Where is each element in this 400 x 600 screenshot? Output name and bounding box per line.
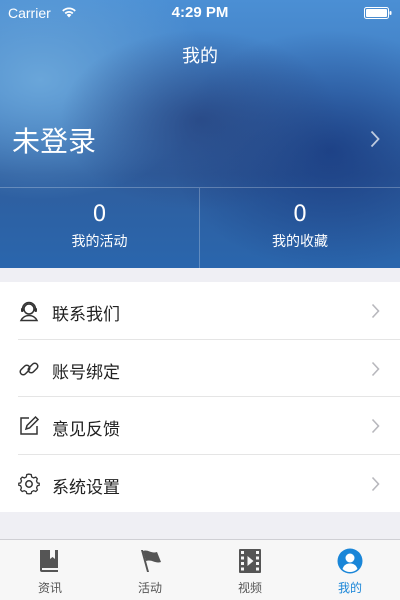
stat-my-favorites[interactable]: 0 我的收藏 [200,188,400,269]
menu-item-label: 系统设置 [52,477,120,498]
stat-count: 0 [293,202,307,227]
tab-videos[interactable]: 视频 [200,540,300,600]
profile-header: Carrier 4:29 PM 我的 未登录 0 我的活动 0 我的收藏 [0,0,400,269]
gear-icon [18,472,40,495]
menu-item-contact-us[interactable]: 联系我们 [0,282,400,340]
user-icon [337,548,363,574]
edit-icon [20,415,40,435]
login-status-text: 未登录 [12,125,97,158]
chevron-right-icon [371,361,380,376]
tab-label: 我的 [337,581,362,595]
chevron-right-icon [370,130,380,148]
tab-news[interactable]: 资讯 [0,540,100,600]
stats-row: 0 我的活动 0 我的收藏 [0,187,400,269]
stat-my-activities[interactable]: 0 我的活动 [0,188,200,269]
link-icon [19,361,39,376]
contact-icon [19,301,39,322]
menu-item-label: 联系我们 [52,305,120,325]
chevron-right-icon [371,476,380,491]
page-title: 我的 [182,46,218,67]
login-row[interactable]: 未登录 [0,110,400,170]
book-icon [40,550,58,572]
stat-label: 我的收藏 [272,234,328,250]
battery-icon [364,7,392,19]
film-icon [239,549,261,573]
stat-label: 我的活动 [71,234,128,250]
tab-label: 视频 [237,581,262,595]
tab-activities[interactable]: 活动 [100,540,200,600]
menu-item-system-settings[interactable]: 系统设置 [0,455,400,513]
flag-icon [141,550,161,572]
tab-mine[interactable]: 我的 [300,540,400,600]
stat-count: 0 [92,202,107,227]
menu-item-label: 账号绑定 [52,362,120,383]
tab-bar: 资讯 活动 视频 我的 [0,539,400,600]
status-bar: Carrier 4:29 PM [0,0,400,26]
chevron-right-icon [371,418,380,434]
menu-item-label: 意见反馈 [52,420,120,440]
tab-label: 活动 [137,581,162,595]
menu-item-feedback[interactable]: 意见反馈 [0,397,400,455]
settings-menu: 联系我们 账号绑定 意见反馈 系统设置 [0,282,400,512]
chevron-right-icon [371,303,380,319]
status-time: 4:29 PM [171,4,229,21]
menu-item-account-binding[interactable]: 账号绑定 [0,340,400,397]
tab-label: 资讯 [37,581,62,595]
